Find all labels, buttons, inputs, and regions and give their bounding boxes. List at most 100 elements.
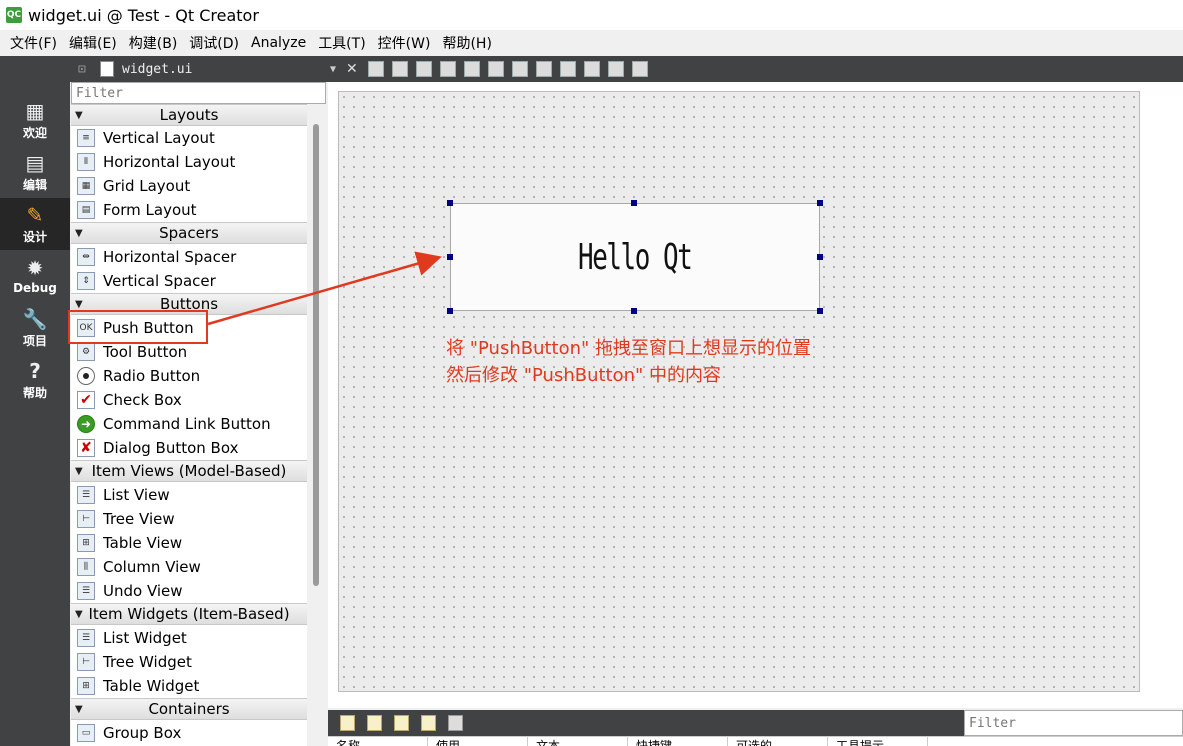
resize-handle[interactable]: [447, 308, 453, 314]
widget-vertical-layout[interactable]: ≡ Vertical Layout: [71, 126, 307, 150]
menu-bar: 文件(F) 编辑(E) 构建(B) 调试(D) Analyze 工具(T) 控件…: [0, 30, 1183, 56]
category-layouts[interactable]: ▼ Layouts: [71, 104, 307, 126]
widget-form-layout[interactable]: ▤ Form Layout: [71, 198, 307, 222]
chevron-down-icon: ▼: [75, 298, 83, 310]
mode-edit[interactable]: ▤ 编辑: [0, 146, 70, 198]
menu-debug[interactable]: 调试(D): [183, 33, 245, 53]
widget-horizontal-layout[interactable]: ⦀ Horizontal Layout: [71, 150, 307, 174]
widget-table-view[interactable]: ⊞ Table View: [71, 531, 307, 555]
widget-horizontal-spacer[interactable]: ⇹ Horizontal Spacer: [71, 245, 307, 269]
close-icon[interactable]: ✕: [346, 61, 358, 77]
adjust-size-icon[interactable]: [631, 61, 648, 77]
category-spacers[interactable]: ▼ Spacers: [71, 222, 307, 244]
open-file-name[interactable]: widget.ui: [122, 62, 192, 77]
column-header[interactable]: 名称: [328, 737, 428, 746]
widget-vertical-spacer[interactable]: ⇕ Vertical Spacer: [71, 269, 307, 293]
hello-qt-push-button[interactable]: Hello Qt: [450, 203, 820, 311]
category-item-widgets[interactable]: ▼ Item Widgets (Item-Based): [71, 603, 307, 625]
resize-handle[interactable]: [631, 308, 637, 314]
widget-list-widget[interactable]: ☰ List Widget: [71, 626, 307, 650]
widget-radio-button[interactable]: Radio Button: [71, 364, 307, 388]
delete-action-icon[interactable]: [421, 715, 436, 731]
menu-file[interactable]: 文件(F): [4, 33, 63, 53]
edit-widgets-icon[interactable]: [367, 61, 384, 77]
paste-action-icon[interactable]: [394, 715, 409, 731]
break-layout-icon[interactable]: [607, 61, 624, 77]
widget-tree-view[interactable]: ⊢ Tree View: [71, 507, 307, 531]
widget-command-link-button[interactable]: ➜ Command Link Button: [71, 412, 307, 436]
action-editor-toolbar: [328, 710, 964, 736]
vertical-layout-icon: ≡: [77, 129, 95, 147]
qt-creator-logo-icon: QC: [6, 7, 22, 23]
widget-table-widget[interactable]: ⊞ Table Widget: [71, 674, 307, 698]
menu-widgets[interactable]: 控件(W): [372, 33, 437, 53]
help-icon: ?: [29, 358, 41, 383]
widget-filter-input[interactable]: [71, 82, 326, 104]
resize-handle[interactable]: [631, 200, 637, 206]
widget-grid-layout[interactable]: ▦ Grid Layout: [71, 174, 307, 198]
mode-projects[interactable]: 🔧 项目: [0, 302, 70, 354]
menu-help[interactable]: 帮助(H): [436, 33, 497, 53]
chevron-down-icon[interactable]: ▼: [330, 64, 336, 75]
edit-buddies-icon[interactable]: [415, 61, 432, 77]
column-header[interactable]: 工具提示: [828, 737, 928, 746]
layout-horizontal-icon[interactable]: [463, 61, 480, 77]
menu-build[interactable]: 构建(B): [123, 33, 184, 53]
mode-help[interactable]: ? 帮助: [0, 354, 70, 406]
mode-design[interactable]: ✎ 设计: [0, 198, 70, 250]
title-bar: QC widget.ui @ Test - Qt Creator: [0, 0, 1183, 30]
widget-box-scrollbar[interactable]: [313, 124, 319, 586]
widget-group-box[interactable]: ▭ Group Box: [71, 721, 307, 745]
resize-handle[interactable]: [447, 254, 453, 260]
layout-grid-icon[interactable]: [583, 61, 600, 77]
action-filter-input[interactable]: [964, 710, 1183, 736]
widget-check-box[interactable]: ✔ Check Box: [71, 388, 307, 412]
form-layout-icon: ▤: [77, 201, 95, 219]
mode-bar: ▦ 欢迎 ▤ 编辑 ✎ 设计 ✹ Debug 🔧 项目 ? 帮助: [0, 56, 70, 746]
column-header[interactable]: 快捷键: [628, 737, 728, 746]
layout-horizontal-splitter-icon[interactable]: [511, 61, 528, 77]
widget-column-view[interactable]: ⫼ Column View: [71, 555, 307, 579]
resize-handle[interactable]: [447, 200, 453, 206]
chevron-down-icon: ▼: [75, 703, 83, 715]
tree-view-icon: ⊢: [77, 510, 95, 528]
wrench-icon: 🔧: [22, 306, 48, 331]
menu-analyze[interactable]: Analyze: [245, 35, 312, 51]
category-item-views[interactable]: ▼ Item Views (Model-Based): [71, 460, 307, 482]
category-containers[interactable]: ▼ Containers: [71, 698, 307, 720]
form-widget[interactable]: [338, 91, 1140, 692]
layout-vertical-splitter-icon[interactable]: [535, 61, 552, 77]
wrench-icon[interactable]: [448, 715, 463, 731]
widget-tree-widget[interactable]: ⊢ Tree Widget: [71, 650, 307, 674]
resize-handle[interactable]: [817, 200, 823, 206]
chevron-down-icon: ▼: [75, 608, 83, 620]
widget-undo-view[interactable]: ☰ Undo View: [71, 579, 307, 603]
horizontal-layout-icon: ⦀: [77, 153, 95, 171]
mode-welcome[interactable]: ▦ 欢迎: [0, 94, 70, 146]
widget-list-view[interactable]: ☰ List View: [71, 483, 307, 507]
group-box-icon: ▭: [77, 724, 95, 742]
resize-handle[interactable]: [817, 254, 823, 260]
dialog-button-box-icon: ✘: [77, 439, 95, 457]
column-header[interactable]: 可选的: [728, 737, 828, 746]
annotation-line-2: 然后修改 "PushButton" 中的内容: [446, 365, 722, 386]
resize-handle[interactable]: [817, 308, 823, 314]
menu-tools[interactable]: 工具(T): [312, 33, 371, 53]
mode-label: 项目: [22, 333, 47, 348]
mode-debug[interactable]: ✹ Debug: [0, 250, 70, 302]
copy-action-icon[interactable]: [367, 715, 382, 731]
chevron-down-icon: ▼: [75, 109, 83, 121]
column-header[interactable]: 使用: [428, 737, 528, 746]
new-action-icon[interactable]: [340, 715, 355, 731]
edit-tab-order-icon[interactable]: [439, 61, 456, 77]
layout-vertical-icon[interactable]: [487, 61, 504, 77]
edit-signals-slots-icon[interactable]: [391, 61, 408, 77]
horizontal-spacer-icon: ⇹: [77, 248, 95, 266]
column-header[interactable]: 文本: [528, 737, 628, 746]
layout-form-icon[interactable]: [559, 61, 576, 77]
column-view-icon: ⫼: [77, 558, 95, 576]
vertical-spacer-icon: ⇕: [77, 272, 95, 290]
widget-dialog-button-box[interactable]: ✘ Dialog Button Box: [71, 436, 307, 460]
menu-edit[interactable]: 编辑(E): [63, 33, 123, 53]
push-button-text: Hello Qt: [578, 236, 693, 278]
